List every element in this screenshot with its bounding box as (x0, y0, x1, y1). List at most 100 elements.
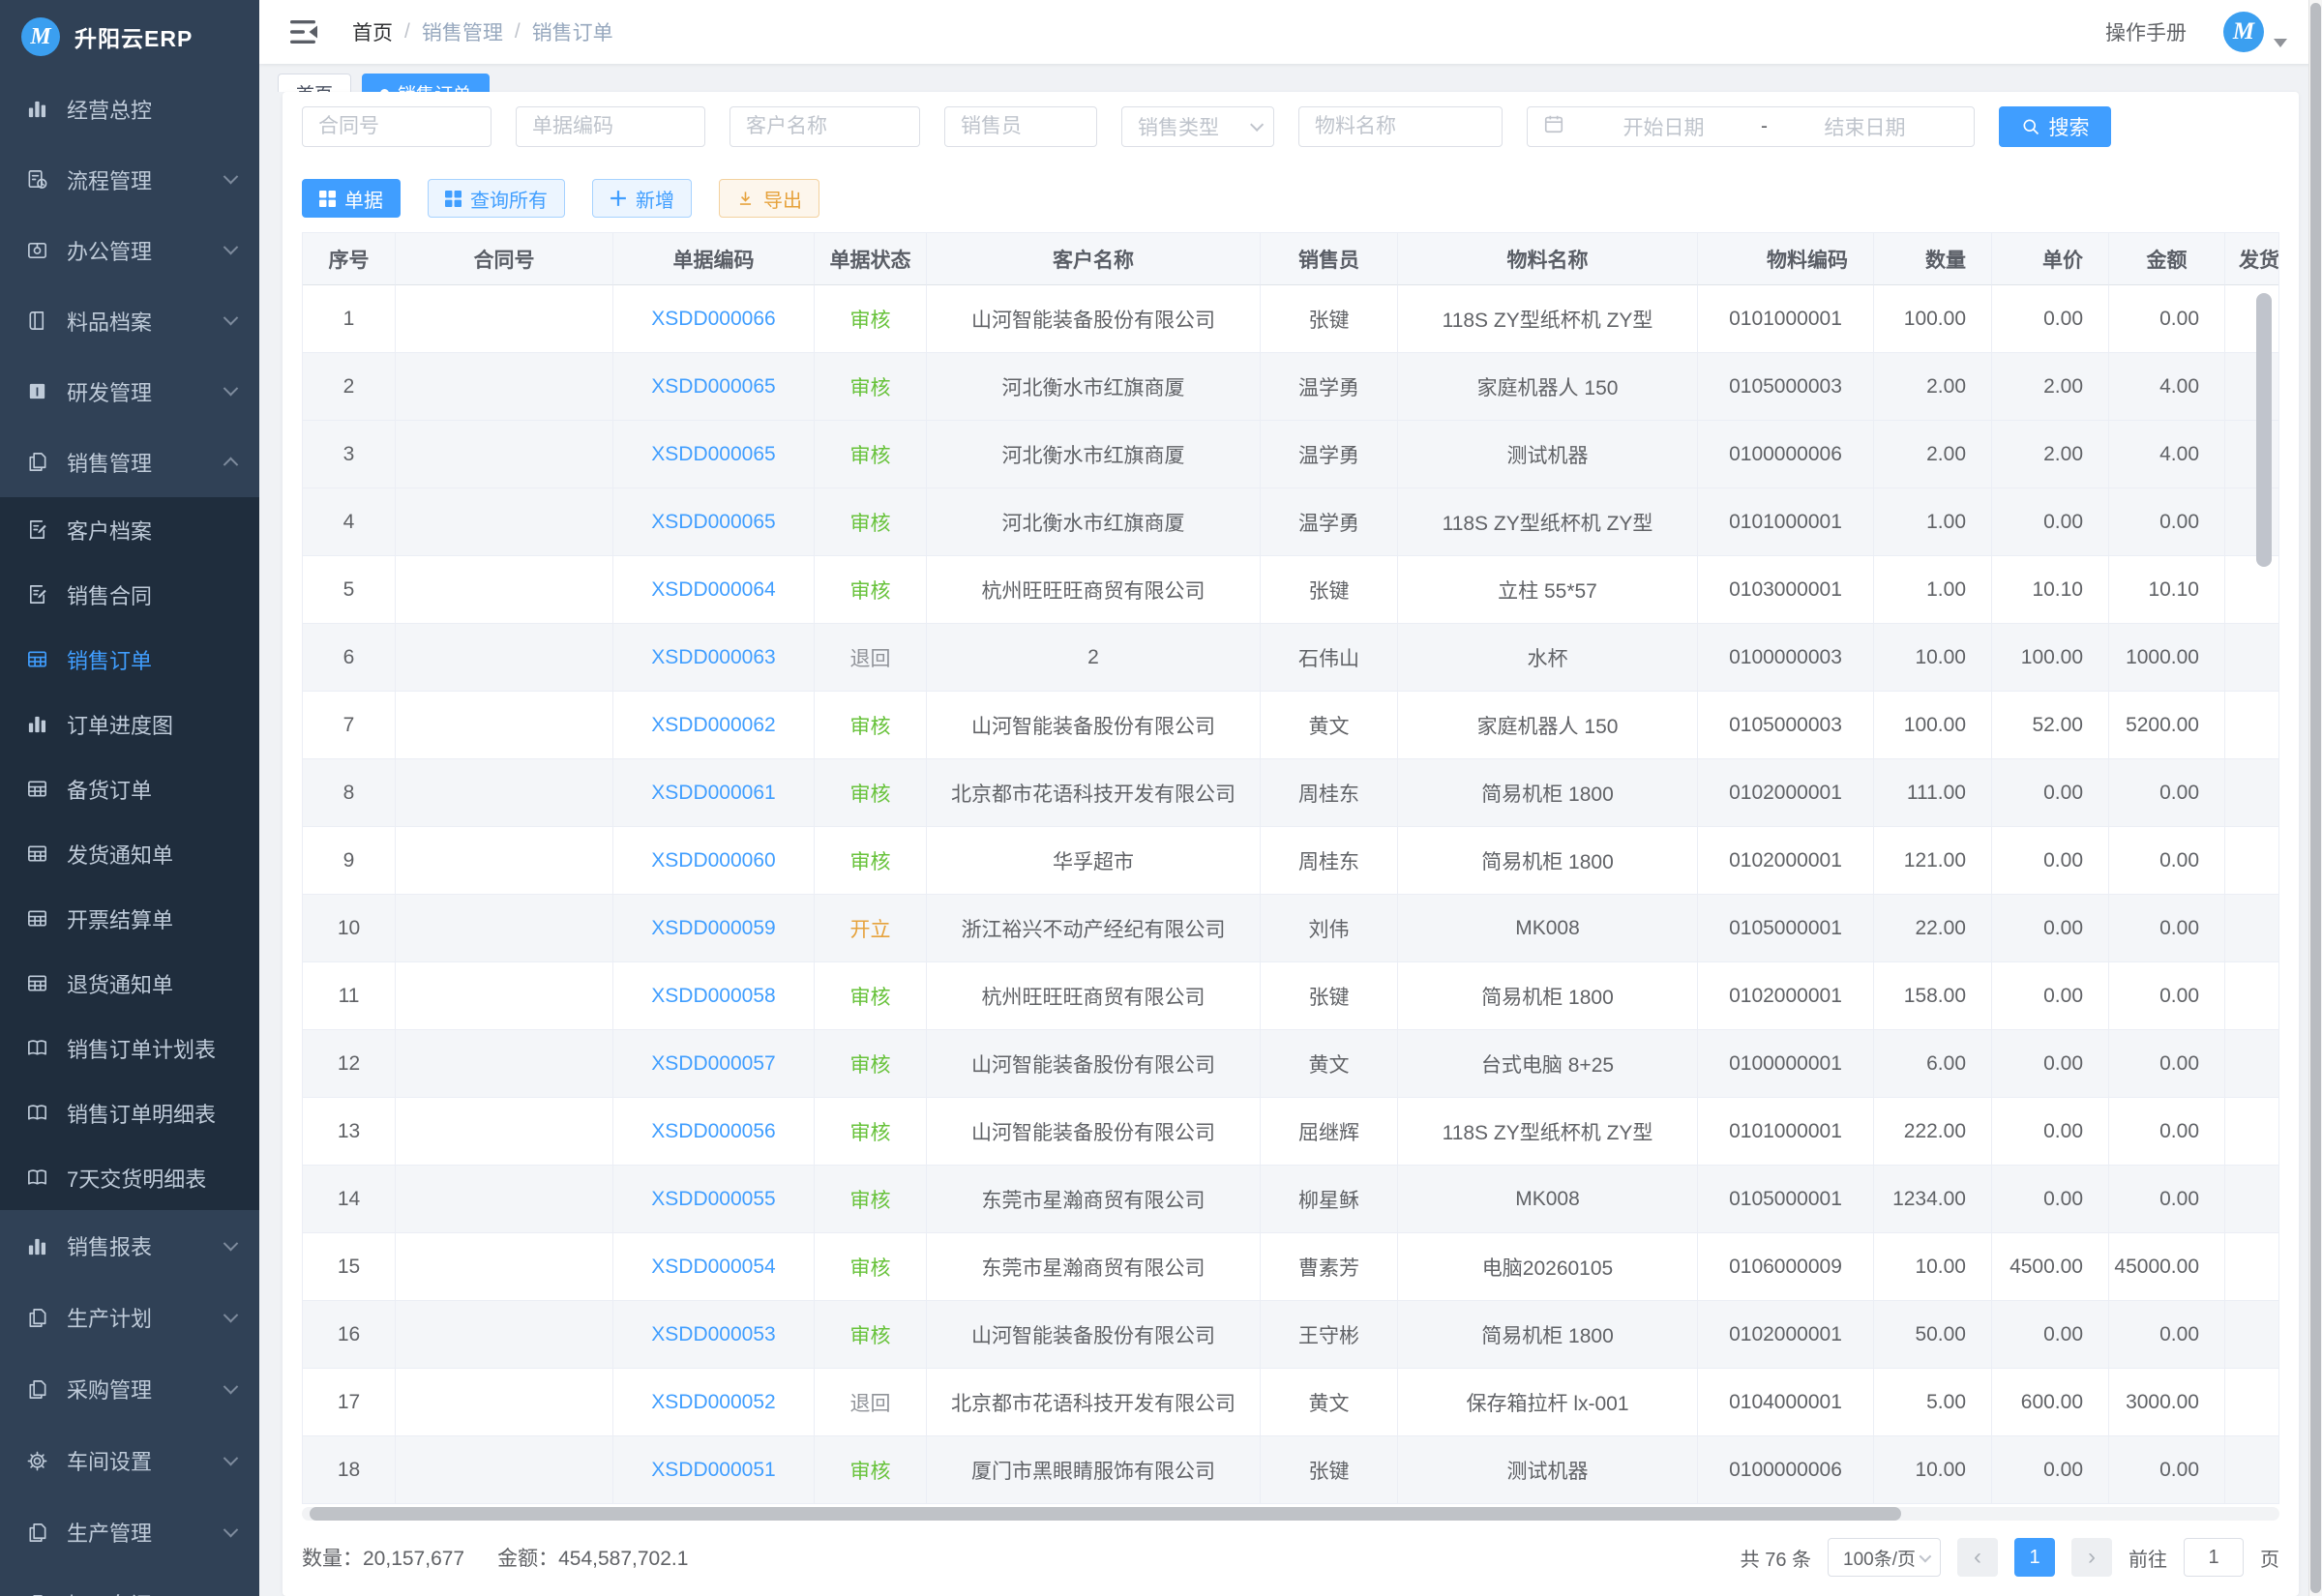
sidebar-collapse-icon[interactable] (290, 19, 319, 44)
seller-input[interactable] (944, 106, 1097, 147)
doc-code-link[interactable]: XSDD000065 (651, 375, 775, 398)
cell-status: 审核 (815, 421, 927, 488)
cell-doc-code: XSDD000064 (613, 556, 815, 624)
doc-code-link[interactable]: XSDD000066 (651, 308, 775, 330)
sidebar-item[interactable]: 销售报表 (0, 1210, 259, 1282)
sidebar-subitem[interactable]: 7天交货明细表 (0, 1145, 259, 1210)
cell-customer: 山河智能装备股份有限公司 (927, 1098, 1261, 1166)
sidebar-item[interactable]: 加工车间 (0, 1568, 259, 1596)
cell-amount: 4.00 (2109, 421, 2225, 488)
user-menu-caret-icon[interactable] (2274, 39, 2287, 47)
page-size-select[interactable]: 100条/页 (1828, 1538, 1941, 1577)
cell-price: 10.10 (1992, 556, 2109, 624)
goto-page-input[interactable] (2184, 1538, 2244, 1577)
sidebar-subitem[interactable]: 销售订单 (0, 627, 259, 692)
customer-name-input[interactable] (729, 106, 920, 147)
sidebar-item[interactable]: 生产管理 (0, 1496, 259, 1568)
current-page-button[interactable]: 1 (2014, 1538, 2055, 1577)
search-icon (2021, 117, 2040, 136)
sidebar-item[interactable]: 经营总控 (0, 74, 259, 144)
chevron-icon (223, 1378, 239, 1394)
sidebar-item-label: 加工车间 (67, 1588, 152, 1596)
cell-customer: 山河智能装备股份有限公司 (927, 1030, 1261, 1098)
doc-code-link[interactable]: XSDD000056 (651, 1120, 775, 1142)
query-all-button[interactable]: 查询所有 (428, 179, 565, 218)
breadcrumb-home[interactable]: 首页 (352, 17, 393, 46)
sidebar-item[interactable]: I 研发管理 (0, 356, 259, 427)
sidebar-subitem[interactable]: 发货通知单 (0, 821, 259, 886)
sidebar-subitem-label: 开票结算单 (67, 903, 173, 934)
add-button[interactable]: 新增 (592, 179, 692, 218)
sidebar-subitem[interactable]: 销售合同 (0, 562, 259, 627)
doc-code-link[interactable]: XSDD000051 (651, 1459, 775, 1481)
sidebar-item[interactable]: 生产计划 (0, 1282, 259, 1353)
breadcrumb-sales-management[interactable]: 销售管理 (422, 17, 503, 46)
doc-code-link[interactable]: XSDD000054 (651, 1256, 775, 1278)
manual-link[interactable]: 操作手册 (2105, 17, 2187, 46)
date-range-picker[interactable]: 开始日期 - 结束日期 (1527, 106, 1975, 147)
cell-amount: 0.00 (2109, 827, 2225, 895)
status-badge: 审核 (850, 445, 891, 467)
material-name-input[interactable] (1298, 106, 1503, 147)
prev-page-button[interactable]: ‹ (1957, 1538, 1998, 1577)
sidebar-item[interactable]: 车间设置 (0, 1425, 259, 1496)
doc-code-link[interactable]: XSDD000058 (651, 985, 775, 1007)
sales-type-select[interactable]: 销售类型 (1121, 106, 1274, 147)
search-button[interactable]: 搜索 (1999, 106, 2111, 147)
avatar[interactable]: M (2223, 12, 2264, 52)
cell-amount: 0.00 (2109, 1166, 2225, 1233)
doc-code-link[interactable]: XSDD000061 (651, 782, 775, 804)
doc-code-link[interactable]: XSDD000063 (651, 646, 775, 668)
sidebar-subitem[interactable]: 备货订单 (0, 756, 259, 821)
sidebar-subitem-label: 销售合同 (67, 579, 152, 610)
date-start-placeholder[interactable]: 开始日期 (1570, 112, 1757, 141)
content-card: 销售类型 开始日期 - 结束日期 搜索 单据 (283, 92, 2299, 1596)
date-end-placeholder[interactable]: 结束日期 (1771, 112, 1958, 141)
sidebar-subitem[interactable]: 开票结算单 (0, 886, 259, 951)
sidebar-subitem[interactable]: 销售订单计划表 (0, 1016, 259, 1080)
table-vertical-scrollbar[interactable] (2256, 293, 2272, 567)
table-horizontal-scrollbar[interactable] (310, 1507, 1901, 1521)
cell-material-name: 测试机器 (1398, 1436, 1698, 1504)
cell-seller: 张键 (1261, 962, 1398, 1030)
doc-code-link[interactable]: XSDD000057 (651, 1052, 775, 1075)
sidebar-subitem[interactable]: 客户档案 (0, 497, 259, 562)
column-header: 单价 (1992, 233, 2109, 285)
cell-seller: 黄文 (1261, 1369, 1398, 1436)
sidebar-item[interactable]: 采购管理 (0, 1353, 259, 1425)
sidebar-subitem-label: 销售订单计划表 (67, 1033, 216, 1064)
doc-code-link[interactable]: XSDD000064 (651, 578, 775, 601)
sidebar-item[interactable]: 销售管理 (0, 427, 259, 497)
page-tab[interactable]: 首页 (278, 74, 351, 92)
cell-seller: 黄文 (1261, 692, 1398, 759)
cell-amount: 0.00 (2109, 488, 2225, 556)
doc-code-link[interactable]: XSDD000055 (651, 1188, 775, 1210)
sidebar-subitem[interactable]: 退货通知单 (0, 951, 259, 1016)
cell-seq: 9 (303, 827, 396, 895)
sidebar-item[interactable]: 料品档案 (0, 285, 259, 356)
sidebar-subitem[interactable]: 销售订单明细表 (0, 1080, 259, 1145)
doc-code-link[interactable]: XSDD000059 (651, 917, 775, 939)
danju-button[interactable]: 单据 (302, 179, 401, 218)
doc-code-input[interactable] (516, 106, 705, 147)
doc-code-link[interactable]: XSDD000060 (651, 849, 775, 872)
doc-code-link[interactable]: XSDD000065 (651, 443, 775, 465)
sidebar-menu-bottom: 销售报表 生产计划 采购管理 车间设置 (0, 1210, 259, 1596)
doc-code-link[interactable]: XSDD000062 (651, 714, 775, 736)
next-page-button[interactable]: › (2071, 1538, 2112, 1577)
status-badge: 审核 (850, 1461, 891, 1483)
sidebar-subitem[interactable]: 订单进度图 (0, 692, 259, 756)
cell-seller: 王守彬 (1261, 1301, 1398, 1369)
page-tab[interactable]: 销售订单 (362, 74, 490, 92)
doc-code-link[interactable]: XSDD000065 (651, 511, 775, 533)
sidebar-item[interactable]: 办公管理 (0, 215, 259, 285)
cell-qty: 111.00 (1874, 759, 1992, 827)
page-scrollbar[interactable] (2310, 3, 2321, 1593)
contract-no-input[interactable] (302, 106, 491, 147)
sidebar-subitem-icon (25, 583, 48, 606)
sidebar-item[interactable]: 流程管理 (0, 144, 259, 215)
export-button[interactable]: 导出 (719, 179, 819, 218)
cell-material-name: 电脑20260105 (1398, 1233, 1698, 1301)
doc-code-link[interactable]: XSDD000052 (651, 1391, 775, 1413)
doc-code-link[interactable]: XSDD000053 (651, 1323, 775, 1345)
